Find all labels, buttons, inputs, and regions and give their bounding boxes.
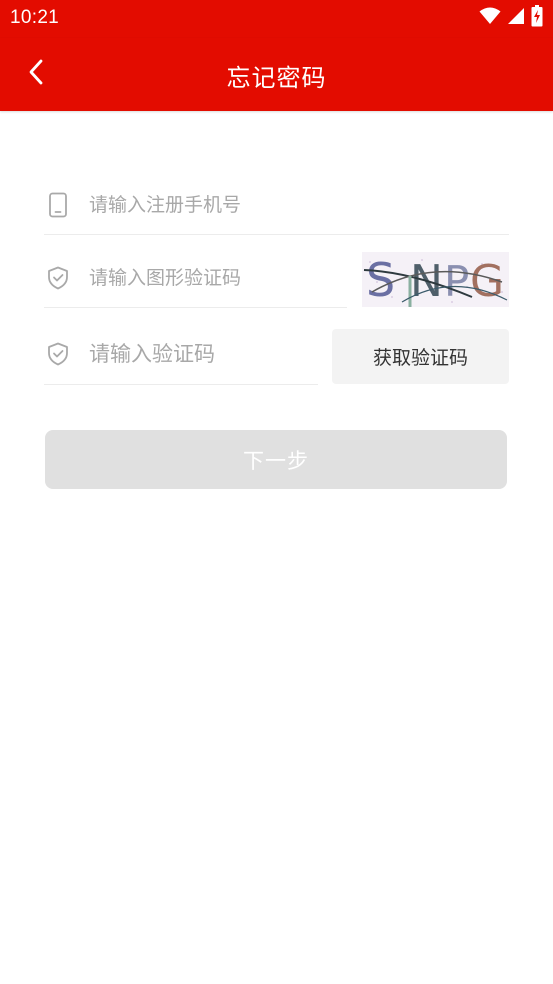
status-icons [479, 5, 543, 31]
page-title: 忘记密码 [226, 64, 327, 92]
shield-check-icon [44, 340, 72, 368]
captcha-char-p: P [444, 257, 469, 306]
cellular-signal-icon [507, 7, 525, 29]
sms-code-field-row [44, 340, 309, 368]
get-code-button[interactable]: 获取验证码 [332, 329, 509, 384]
captcha-field-row [44, 264, 339, 292]
phone-input[interactable] [89, 194, 489, 216]
app-bar: 忘记密码 [0, 38, 553, 111]
wifi-icon [479, 7, 501, 29]
battery-charging-icon [531, 5, 543, 31]
phone-icon [44, 191, 72, 219]
sms-code-divider [44, 384, 318, 385]
captcha-char-s: S [366, 253, 395, 307]
captcha-image[interactable]: S N P G [362, 252, 509, 307]
captcha-input[interactable] [89, 267, 339, 289]
status-bar: 10:21 [0, 0, 553, 38]
phone-field-row [44, 191, 489, 219]
status-time: 10:21 [10, 7, 60, 28]
shield-check-icon [44, 264, 72, 292]
captcha-divider [44, 307, 347, 308]
phone-divider [44, 234, 509, 235]
next-button[interactable]: 下一步 [45, 430, 507, 489]
sms-code-input[interactable] [89, 342, 309, 366]
